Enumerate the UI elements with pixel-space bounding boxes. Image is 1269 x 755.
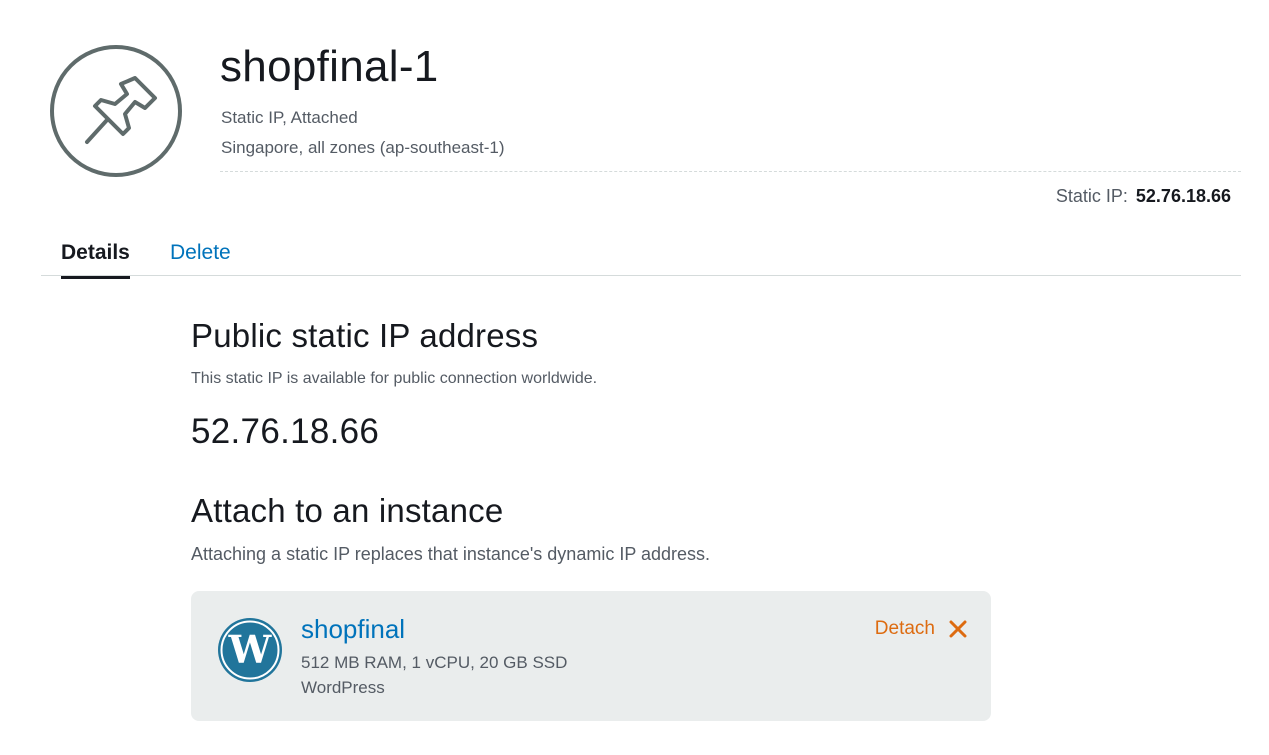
instance-specs: 512 MB RAM, 1 vCPU, 20 GB SSD <box>301 653 568 672</box>
attach-description: Attaching a static IP replaces that inst… <box>191 544 711 564</box>
detach-button[interactable]: Detach <box>875 617 967 641</box>
static-ip-detail-page: shopfinal-1 Static IP, Attached Singapor… <box>0 0 1269 755</box>
page-title: shopfinal-1 <box>220 42 439 91</box>
svg-text:W: W <box>228 627 273 672</box>
static-ip-value: 52.76.18.66 <box>1135 186 1231 206</box>
header-divider <box>220 171 1241 172</box>
tab-details[interactable]: Details <box>61 240 130 279</box>
close-icon <box>949 620 967 638</box>
detach-label: Detach <box>874 618 935 639</box>
tab-delete[interactable]: Delete <box>170 240 231 266</box>
public-ip-value: 52.76.18.66 <box>191 412 380 451</box>
public-ip-heading: Public static IP address <box>191 317 539 354</box>
attach-heading: Attach to an instance <box>191 492 504 529</box>
pin-icon <box>50 45 182 177</box>
location-text: Singapore, all zones (ap-southeast-1) <box>221 138 505 157</box>
instance-name-link[interactable]: shopfinal <box>301 613 405 645</box>
static-ip-summary: Static IP: 52.76.18.66 <box>1056 185 1231 207</box>
instance-blueprint: WordPress <box>301 678 385 697</box>
static-ip-label: Static IP: <box>1055 186 1128 206</box>
attached-instance-card: W shopfinal 512 MB RAM, 1 vCPU, 20 GB SS… <box>191 591 991 721</box>
public-ip-description: This static IP is available for public c… <box>191 370 598 387</box>
tab-bar: Details Delete <box>41 234 1241 279</box>
wordpress-icon: W <box>218 618 282 682</box>
status-text: Static IP, Attached <box>221 108 358 127</box>
